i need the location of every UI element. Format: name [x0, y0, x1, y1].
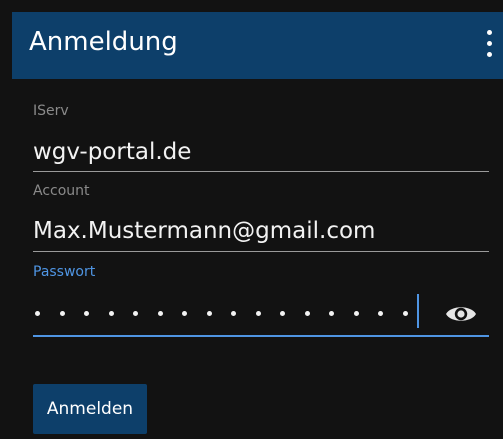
- password-dot: [84, 311, 89, 316]
- password-input[interactable]: [33, 293, 413, 333]
- password-underline: [33, 335, 489, 337]
- eye-icon-graphic: [446, 307, 476, 321]
- page-title: Anmeldung: [29, 27, 178, 57]
- password-dot: [133, 311, 138, 316]
- password-dot: [353, 311, 359, 316]
- password-dot: [206, 311, 212, 316]
- password-dot: [280, 311, 285, 316]
- menu-dot: [487, 30, 492, 35]
- password-dot: [59, 311, 65, 316]
- eye-icon[interactable]: [445, 303, 477, 325]
- text-cursor: [417, 294, 419, 328]
- login-screen: Anmeldung IServ Account Passwort Anmelde…: [0, 0, 503, 439]
- iserv-label: IServ: [33, 103, 69, 119]
- account-label: Account: [33, 183, 90, 199]
- password-label: Passwort: [33, 264, 96, 280]
- iserv-input[interactable]: [33, 132, 489, 172]
- password-dot: [35, 311, 40, 316]
- login-button[interactable]: Anmelden: [33, 384, 147, 434]
- account-input[interactable]: [33, 211, 489, 251]
- password-dot: [157, 311, 163, 316]
- more-vertical-icon[interactable]: [481, 28, 497, 60]
- account-underline: [33, 251, 489, 252]
- iserv-underline: [33, 171, 489, 172]
- password-dot: [402, 311, 408, 316]
- app-bar: Anmeldung: [12, 12, 503, 79]
- password-dot: [378, 311, 383, 316]
- password-dot: [182, 311, 187, 316]
- menu-dot: [487, 41, 492, 46]
- menu-dot: [487, 52, 492, 57]
- password-dot: [255, 311, 261, 316]
- password-dot: [329, 311, 334, 316]
- password-dot: [231, 311, 236, 316]
- password-dot: [304, 311, 310, 316]
- password-dot: [108, 311, 114, 316]
